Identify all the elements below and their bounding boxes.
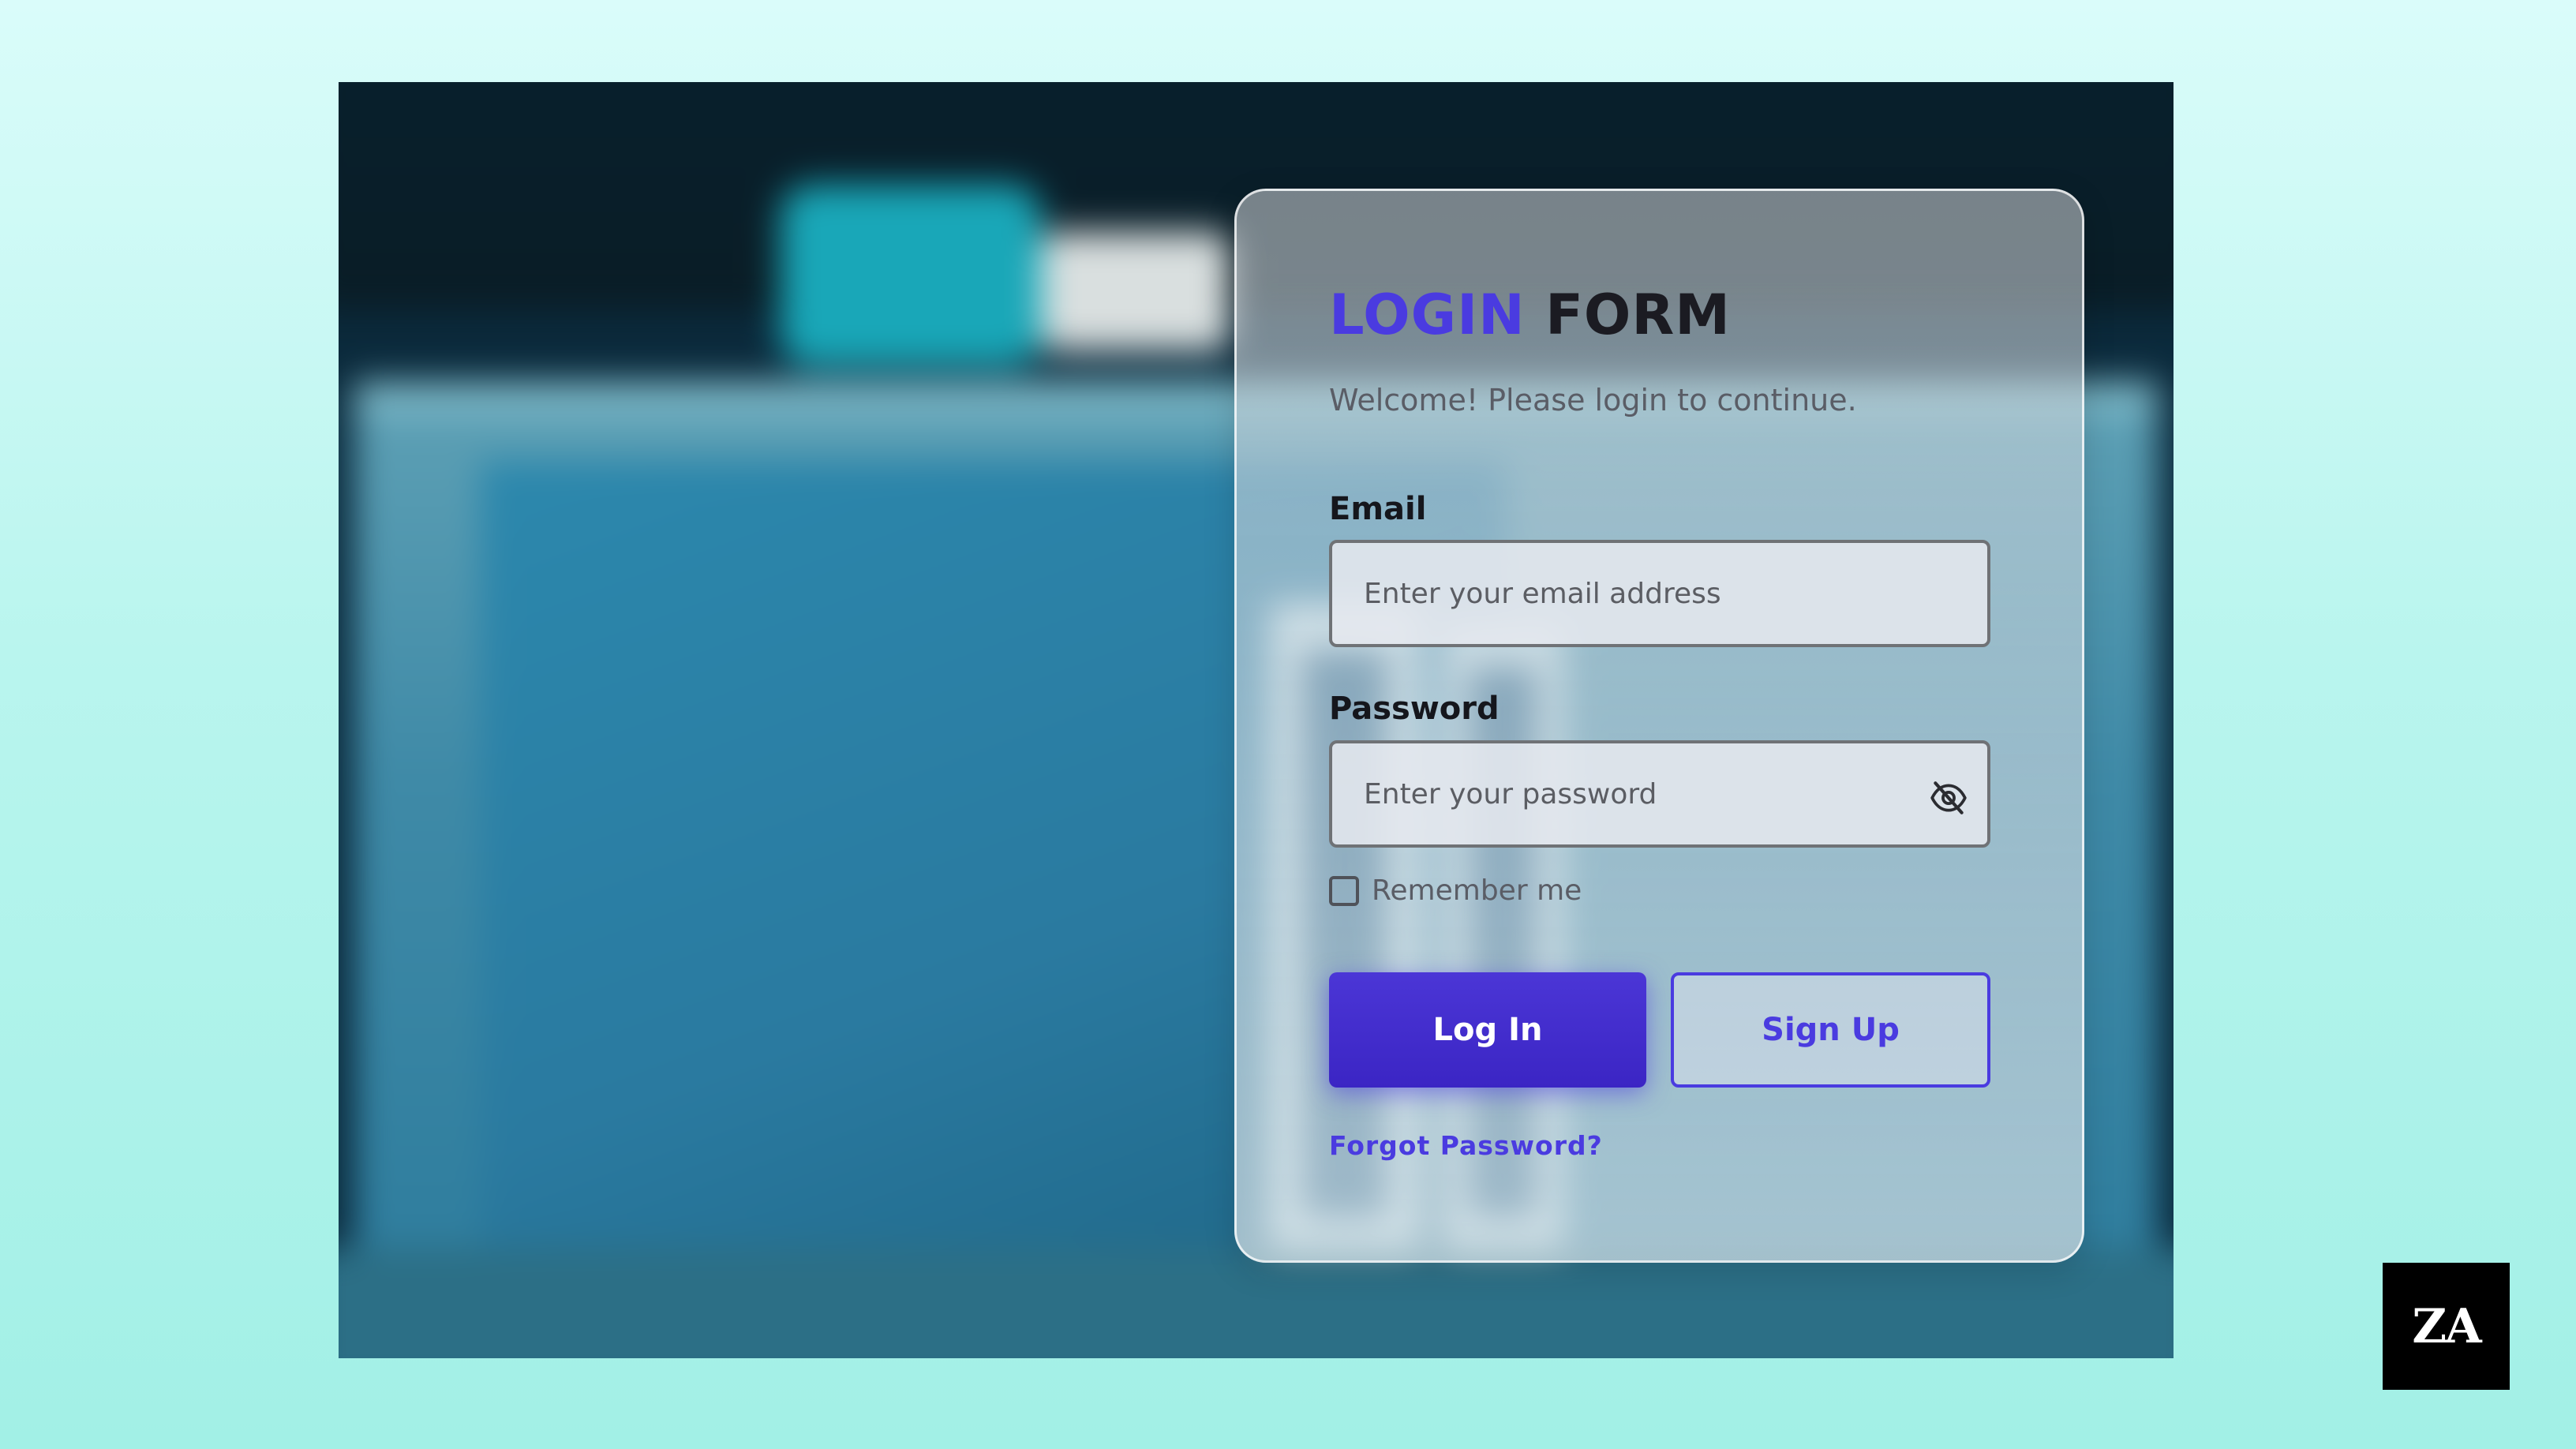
brand-logo: ZA bbox=[2383, 1263, 2510, 1390]
password-label: Password bbox=[1329, 691, 1500, 727]
signup-button[interactable]: Sign Up bbox=[1671, 972, 1990, 1088]
forgot-password-link[interactable]: Forgot Password? bbox=[1329, 1130, 1603, 1161]
form-title: LOGIN FORM bbox=[1329, 287, 1731, 343]
login-button[interactable]: Log In bbox=[1329, 972, 1646, 1088]
remember-label: Remember me bbox=[1372, 874, 1582, 907]
eye-off-icon[interactable] bbox=[1929, 778, 1968, 818]
form-title-accent: LOGIN bbox=[1329, 283, 1526, 347]
remember-me[interactable]: Remember me bbox=[1329, 874, 1582, 907]
password-input[interactable] bbox=[1329, 740, 1990, 848]
email-label: Email bbox=[1329, 491, 1427, 527]
login-card: LOGIN FORM Welcome! Please login to cont… bbox=[1234, 189, 2084, 1263]
remember-checkbox[interactable] bbox=[1329, 875, 1359, 906]
brand-logo-text: ZA bbox=[2412, 1298, 2481, 1354]
form-title-rest: FORM bbox=[1545, 283, 1731, 347]
form-subtitle: Welcome! Please login to continue. bbox=[1329, 383, 1857, 417]
email-input[interactable] bbox=[1329, 540, 1990, 647]
